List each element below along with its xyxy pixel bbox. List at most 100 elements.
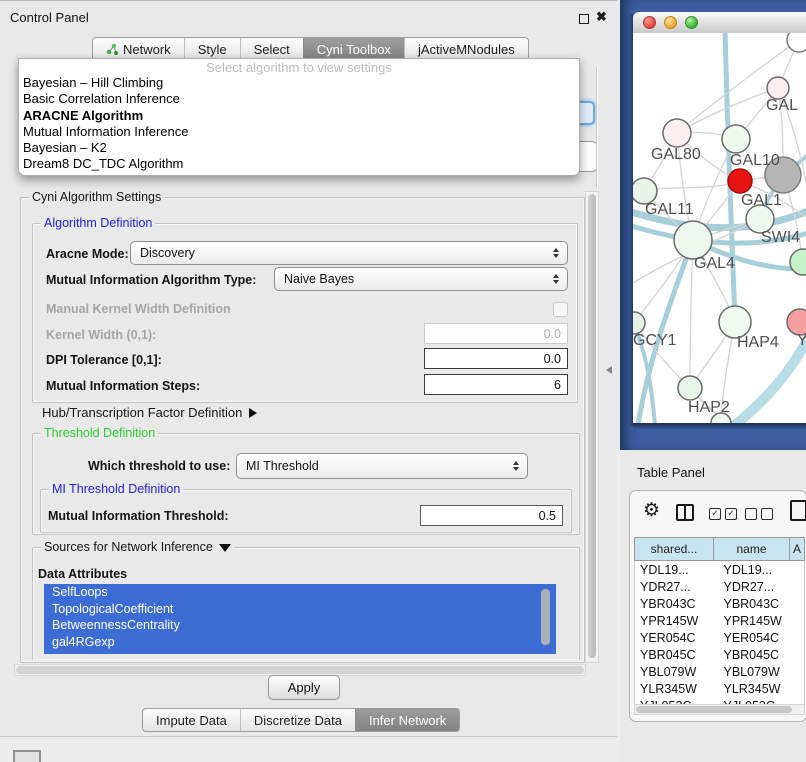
attribute-list-item[interactable]: TopologicalCoefficient [44, 601, 556, 618]
bottom-tab-infer-network[interactable]: Infer Network [355, 709, 459, 731]
table-cell: 9. [799, 614, 804, 628]
table-row[interactable]: YJL053CYJL053C9 [635, 697, 804, 704]
mi-type-value: Naive Bayes [284, 272, 553, 286]
mi-steps-label: Mutual Information Steps: [46, 379, 200, 393]
attribute-list-item[interactable]: gal4RGexp [44, 634, 556, 651]
network-node-gal[interactable] [767, 77, 789, 99]
kernel-width-field[interactable]: 0.0 [424, 323, 568, 344]
mi-steps-field[interactable]: 6 [424, 374, 568, 395]
deselect-all-checkboxes-icon[interactable] [745, 508, 773, 520]
popup-prompt: Select algorithm to view settings [19, 60, 579, 75]
dpi-tolerance-field[interactable]: 0.0 [424, 348, 568, 369]
data-attributes-label: Data Attributes [38, 567, 127, 581]
tab-network[interactable]: Network [93, 38, 184, 60]
columns-icon[interactable] [676, 504, 694, 521]
select-all-checkboxes-icon[interactable]: ✓✓ [709, 508, 737, 520]
mi-threshold-field[interactable]: 0.5 [420, 505, 563, 526]
node-label: GAL4 [694, 255, 735, 272]
table-cell: YBL079W [635, 665, 718, 679]
network-node-gal80[interactable] [663, 119, 691, 147]
screenshot-stage: Control Panel ✖ NetworkStyleSelectCyni T… [0, 0, 806, 762]
table-row[interactable]: YBL079WYBL079W [635, 663, 804, 680]
control-panel-title: Control Panel [10, 10, 89, 25]
table-row[interactable]: YPR145WYPR145W9. [635, 612, 804, 629]
list-scrollbar-thumb[interactable] [541, 589, 550, 645]
table-rows: YDL19...YDL19...13YDR27...YDR27...12YBR0… [634, 561, 805, 704]
mi-threshold-label: Mutual Information Threshold: [48, 509, 229, 523]
table-cell: YBL079W [718, 665, 799, 679]
network-node-gal10[interactable] [722, 125, 750, 153]
zoom-traffic-light-icon[interactable] [685, 16, 698, 29]
network-canvas[interactable]: GALGAL80GAL10GAL1GAL11SWI4GAL4GCY1HAP4YH… [633, 33, 806, 423]
popup-item[interactable]: Basic Correlation Inference [19, 91, 579, 107]
close-icon[interactable]: ✖ [596, 9, 607, 25]
popup-item[interactable]: Mutual Information Inference [19, 124, 579, 140]
network-node-gcy1[interactable] [633, 312, 645, 334]
mi-type-combo[interactable]: Naive Bayes [274, 267, 568, 291]
kernel-width-label: Kernel Width (0,1): [46, 328, 156, 342]
which-threshold-label: Which threshold to use: [88, 459, 230, 473]
popup-item[interactable]: ARACNE Algorithm [19, 108, 579, 124]
float-window-icon[interactable] [579, 14, 589, 24]
close-traffic-light-icon[interactable] [643, 16, 656, 29]
threshold-definition-title: Threshold Definition [41, 426, 158, 440]
table-cell: 8. [799, 631, 804, 645]
column-header-partial[interactable]: A [790, 538, 804, 560]
network-node-gal4[interactable] [674, 221, 712, 259]
node-label: GAL10 [730, 152, 780, 169]
popup-item[interactable]: Bayesian – Hill Climbing [19, 75, 579, 91]
table-cell: 13 [799, 563, 804, 577]
document-icon[interactable] [790, 500, 806, 521]
column-header-name[interactable]: name [714, 538, 790, 560]
table-row[interactable]: YBR043CYBR043C [635, 595, 804, 612]
table-cell: YPR145W [635, 614, 718, 628]
tab-style[interactable]: Style [184, 38, 240, 60]
network-node-hap2[interactable] [678, 376, 702, 400]
table-panel-title: Table Panel [637, 465, 705, 480]
tab-select[interactable]: Select [240, 38, 303, 60]
network-node-gal1[interactable] [728, 169, 752, 193]
tab-cyni-toolbox[interactable]: Cyni Toolbox [303, 38, 404, 60]
table-cell: YBR043C [635, 597, 718, 611]
manual-kernel-checkbox[interactable] [553, 302, 568, 317]
table-horizontal-scrollbar[interactable] [634, 704, 805, 715]
table-row[interactable]: YLR345WYLR345W9. [635, 680, 804, 697]
dpi-tolerance-label: DPI Tolerance [0,1]: [46, 353, 162, 367]
hub-definition-expander[interactable]: Hub/Transcription Factor Definition [42, 405, 257, 420]
table-row[interactable]: YER054CYER054C8. [635, 629, 804, 646]
combo-arrows-icon [553, 248, 559, 258]
panel-divider-arrow[interactable] [606, 366, 612, 374]
which-threshold-combo[interactable]: MI Threshold [236, 453, 528, 479]
table-cell: YPR145W [718, 614, 799, 628]
window-bottom-shadow [633, 423, 806, 430]
node-label: SWI4 [761, 229, 800, 246]
minimize-traffic-light-icon[interactable] [664, 16, 677, 29]
apply-button[interactable]: Apply [268, 675, 340, 700]
cyni-settings-title: Cyni Algorithm Settings [29, 190, 164, 204]
tab-jactivemnodules[interactable]: jActiveMNodules [404, 38, 528, 60]
mini-panel-icon[interactable] [13, 750, 41, 762]
table-cell: 9. [799, 682, 804, 696]
node-label: Y [797, 332, 806, 349]
table-row[interactable]: YDR27...YDR27...12 [635, 578, 804, 595]
bottom-tab-discretize-data[interactable]: Discretize Data [240, 709, 355, 731]
data-attributes-list[interactable]: SelfLoopsTopologicalCoefficientBetweenne… [44, 584, 556, 654]
attribute-list-item[interactable]: SelfLoops [44, 584, 556, 601]
network-window-titlebar[interactable] [633, 12, 806, 34]
table-header-row: shared... name A [634, 537, 805, 561]
gear-icon[interactable]: ⚙ [643, 499, 660, 522]
network-icon [106, 43, 118, 55]
table-row[interactable]: YBR045CYBR045C9. [635, 646, 804, 663]
table-row[interactable]: YDL19...YDL19...13 [635, 561, 804, 578]
node-label: HAP4 [737, 334, 779, 351]
table-cell: 12 [799, 580, 804, 594]
aracne-mode-combo[interactable]: Discovery [130, 241, 568, 265]
settings-vertical-scrollbar[interactable] [585, 191, 599, 663]
mi-threshold-group-title: MI Threshold Definition [49, 482, 183, 496]
attribute-list-item[interactable]: BetweennessCentrality [44, 617, 556, 634]
bottom-tab-impute-data[interactable]: Impute Data [143, 709, 240, 731]
popup-item[interactable]: Bayesian – K2 [19, 140, 579, 156]
network-node[interactable] [787, 33, 806, 52]
popup-item[interactable]: Dream8 DC_TDC Algorithm [19, 156, 579, 172]
column-header-shared-name[interactable]: shared... [635, 538, 714, 560]
